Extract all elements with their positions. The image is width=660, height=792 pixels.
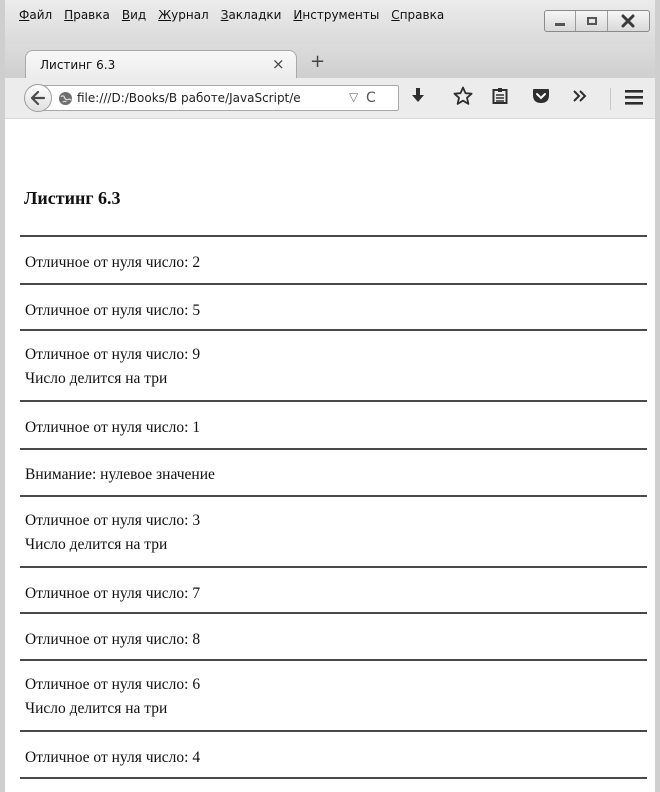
- menu-accel: С: [391, 8, 400, 22]
- menu-item-history[interactable]: Журнал: [158, 8, 209, 22]
- globe-icon: [58, 91, 73, 106]
- horizontal-rule: [20, 730, 647, 732]
- output-line: Внимание: нулевое значение: [25, 466, 215, 483]
- hamburger-menu-icon: [625, 90, 643, 105]
- reload-icon[interactable]: C: [366, 90, 376, 106]
- menu-label: айл: [29, 8, 53, 22]
- output-line: Отличное от нуля число: 3: [25, 512, 201, 529]
- close-window-button[interactable]: [608, 11, 649, 31]
- menu-item-help[interactable]: Справка: [391, 8, 444, 22]
- horizontal-rule: [20, 566, 647, 568]
- menu-accel: Ж: [158, 8, 172, 22]
- tab-strip: Листинг 6.3 × +: [5, 44, 655, 78]
- maximize-button[interactable]: [576, 11, 608, 31]
- horizontal-rule: [20, 612, 647, 614]
- horizontal-rule: [20, 400, 647, 402]
- menu-label: урнал: [171, 8, 209, 22]
- menu-bar: Файл Правка Вид Журнал Закладки Инструме…: [19, 8, 456, 22]
- browser-window: Файл Правка Вид Журнал Закладки Инструме…: [0, 0, 660, 792]
- minimize-button[interactable]: [545, 11, 577, 31]
- menu-label: ид: [130, 8, 147, 22]
- reading-list-button[interactable]: [492, 87, 508, 105]
- output-line: Отличное от нуля число: 5: [25, 302, 201, 319]
- output-line: Число делится на три: [25, 536, 168, 553]
- reading-list-icon: [492, 88, 508, 104]
- menu-item-edit[interactable]: Правка: [64, 8, 110, 22]
- horizontal-rule: [20, 777, 647, 779]
- bookmark-button[interactable]: [453, 86, 473, 106]
- menu-accel: В: [121, 8, 131, 22]
- horizontal-rule: [20, 495, 647, 497]
- download-icon: [412, 88, 424, 102]
- output-line: Отличное от нуля число: 4: [25, 749, 201, 766]
- toolbar-separator: [610, 88, 611, 110]
- close-icon: [621, 14, 635, 28]
- output-line: Отличное от нуля число: 1: [25, 419, 201, 436]
- output-line: Число делится на три: [25, 700, 168, 717]
- main-menu-button[interactable]: [625, 90, 643, 105]
- menu-item-bookmarks[interactable]: Закладки: [221, 8, 282, 22]
- overflow-chevron-icon: [573, 90, 587, 102]
- download-button[interactable]: [411, 87, 425, 105]
- url-text[interactable]: file:///D:/Books/В работе/JavaScript/e: [77, 91, 341, 105]
- menu-accel: П: [64, 8, 74, 22]
- window-controls: [544, 10, 650, 32]
- horizontal-rule: [20, 283, 647, 285]
- output-line: Число делится на три: [25, 370, 168, 387]
- minimize-icon: [555, 22, 566, 26]
- menu-label: правка: [399, 8, 445, 22]
- url-history-dropdown-icon[interactable]: ▽: [349, 90, 358, 104]
- menu-label: равка: [73, 8, 110, 22]
- menu-accel: Ф: [19, 8, 30, 22]
- menu-item-view[interactable]: Вид: [122, 8, 146, 22]
- pocket-icon: [533, 89, 549, 103]
- tab-close-icon[interactable]: ×: [272, 56, 285, 72]
- maximize-icon: [586, 17, 597, 25]
- new-tab-button[interactable]: +: [310, 53, 325, 71]
- menu-label: нструменты: [302, 8, 380, 22]
- title-bar: Файл Правка Вид Журнал Закладки Инструме…: [5, 0, 655, 44]
- output-line: Отличное от нуля число: 8: [25, 631, 201, 648]
- horizontal-rule: [20, 659, 647, 661]
- url-bar[interactable]: file:///D:/Books/В работе/JavaScript/e ▽…: [35, 85, 399, 111]
- output-line: Отличное от нуля число: 9: [25, 346, 201, 363]
- horizontal-rule: [20, 235, 647, 237]
- menu-item-file[interactable]: Файл: [19, 8, 52, 22]
- output-line: Отличное от нуля число: 2: [25, 254, 201, 271]
- navigation-bar: file:///D:/Books/В работе/JavaScript/e ▽…: [5, 78, 655, 119]
- page-title: Листинг 6.3: [24, 188, 121, 208]
- pocket-button[interactable]: [532, 88, 550, 104]
- back-button[interactable]: [24, 84, 52, 112]
- horizontal-rule: [20, 329, 647, 331]
- output-line: Отличное от нуля число: 6: [25, 676, 201, 693]
- back-arrow-icon: [30, 91, 46, 105]
- overflow-button[interactable]: [573, 90, 587, 102]
- tab-title: Листинг 6.3: [40, 58, 116, 72]
- output-line: Отличное от нуля число: 7: [25, 585, 201, 602]
- horizontal-rule: [20, 448, 647, 450]
- bookmark-star-icon: [453, 86, 473, 105]
- tab-listing-6-3[interactable]: Листинг 6.3 ×: [25, 50, 297, 78]
- menu-item-tools[interactable]: Инструменты: [293, 8, 379, 22]
- menu-label: акладки: [228, 8, 282, 22]
- page-content: Листинг 6.3 Отличное от нуля число: 2 Отл…: [5, 119, 655, 792]
